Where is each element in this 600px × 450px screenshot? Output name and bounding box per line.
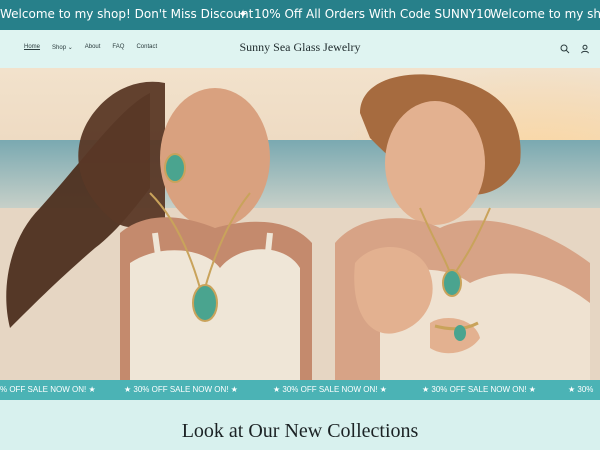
sale-item: ★ 30% OFF SALE NOW ON! ★ [273, 385, 387, 394]
site-logo[interactable]: Sunny Sea Glass Jewelry [0, 40, 600, 55]
section-title: Look at Our New Collections [181, 420, 419, 442]
search-icon[interactable] [558, 42, 572, 56]
sale-item: ★ 30% [568, 385, 594, 394]
sale-marquee: % OFF SALE NOW ON! ★ ★ 30% OFF SALE NOW … [0, 380, 600, 400]
sale-item: ★ 30% OFF SALE NOW ON! ★ [124, 385, 238, 394]
hero-illustration [0, 68, 600, 380]
hero-image [0, 68, 600, 380]
announcement-text-1: Welcome to my shop! Don't Miss Discount [0, 7, 254, 21]
sale-item: ★ 30% OFF SALE NOW ON! ★ [422, 385, 536, 394]
sparkle-icon: ✦ [238, 7, 249, 21]
sale-item: % OFF SALE NOW ON! ★ [0, 385, 96, 394]
announcement-bar: Welcome to my shop! Don't Miss Discount … [0, 0, 600, 30]
site-header: Home Shop ⌄ About FAQ Contact Sunny Sea … [0, 30, 600, 68]
announcement-text-3: Welcome to my sho [490, 7, 600, 21]
account-icon[interactable] [578, 42, 592, 56]
announcement-text-2: 10% Off All Orders With Code SUNNY10 [254, 7, 492, 21]
